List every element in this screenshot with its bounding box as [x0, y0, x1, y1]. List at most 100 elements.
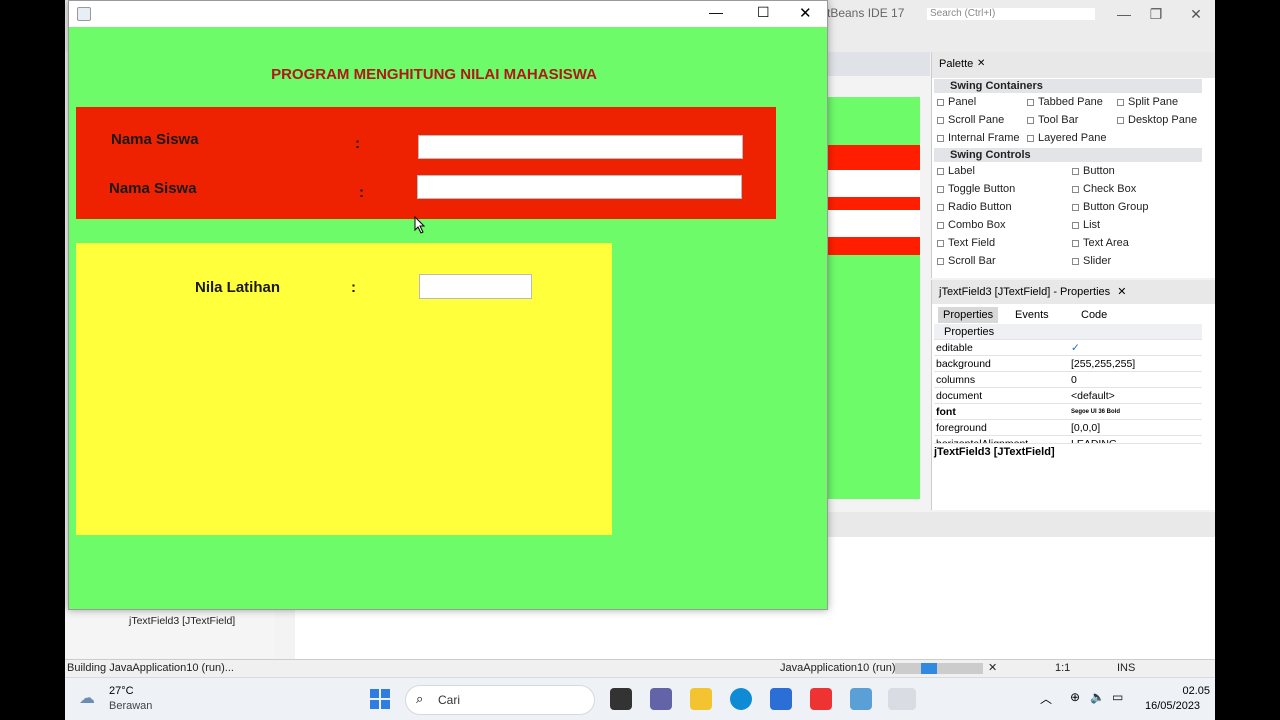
palette-tab-bar: Palette ✕ — [932, 52, 1215, 78]
button-group-icon — [1072, 203, 1079, 211]
name-colon: : — [355, 135, 360, 152]
status-cancel-icon[interactable]: ✕ — [988, 660, 997, 677]
weather-text: Berawan — [109, 700, 153, 712]
design-white-field — [827, 210, 920, 237]
radio-button-icon — [937, 203, 944, 211]
palette-item[interactable]: Tabbed Pane — [1027, 94, 1103, 110]
clock-date[interactable]: 16/05/2023 — [1145, 700, 1200, 712]
layered-pane-icon — [1027, 134, 1034, 142]
status-bar: Building JavaApplication10 (run)... Java… — [65, 659, 1215, 677]
property-row[interactable]: document <default> — [934, 388, 1202, 404]
scroll-bar-icon — [937, 257, 944, 265]
palette-panel: Palette ✕ Swing Containers Panel Tabbed … — [931, 52, 1215, 278]
chevron-up-icon[interactable]: ︿ — [1040, 690, 1052, 707]
palette-item[interactable]: Toggle Button — [937, 181, 1015, 197]
app-titlebar: — ☐ ✕ — [69, 1, 827, 27]
name-input[interactable] — [418, 135, 743, 159]
ide-minimize-button[interactable]: — — [1109, 4, 1139, 24]
tab-properties[interactable]: Properties — [938, 307, 999, 323]
taskbar: ☁ 27°C Berawan ⌕ Cari ︿ ⊕ 🔈 ▭ 02.05 16/0… — [65, 677, 1215, 720]
recorder-icon[interactable] — [810, 688, 832, 710]
name-colon-2: : — [359, 184, 364, 201]
ide-close-button[interactable]: ✕ — [1181, 4, 1211, 24]
store-icon[interactable] — [770, 688, 792, 710]
palette-item[interactable]: Panel — [937, 94, 976, 110]
identity-panel: Nama Siswa : Nama Siswa : — [76, 107, 776, 219]
internal-frame-icon — [937, 134, 944, 142]
palette-item[interactable]: Internal Frame — [937, 130, 1020, 146]
palette-item[interactable]: Scroll Bar — [937, 253, 996, 269]
taskbar-search-text: Cari — [438, 693, 461, 707]
combo-box-icon — [937, 221, 944, 229]
edge-icon[interactable] — [730, 688, 752, 710]
palette-category[interactable]: Swing Containers — [934, 79, 1202, 93]
palette-item[interactable]: Label — [937, 163, 975, 179]
palette-item[interactable]: Radio Button — [937, 199, 1012, 215]
app-heading: PROGRAM MENGHITUNG NILAI MAHASISWA — [271, 66, 597, 83]
ide-search-input[interactable]: Search (Ctrl+I) — [927, 8, 1095, 20]
volume-icon[interactable]: 🔈 — [1090, 690, 1105, 704]
palette-item[interactable]: Split Pane — [1117, 94, 1178, 110]
property-row[interactable]: foreground [0,0,0] — [934, 420, 1202, 436]
property-row[interactable]: font Segoe UI 36 Bold — [934, 404, 1202, 420]
app-close-button[interactable]: ✕ — [799, 4, 812, 22]
palette-tab[interactable]: Palette — [939, 58, 973, 70]
property-row[interactable]: horizontalAlignment LEADING — [934, 436, 1202, 444]
split-pane-icon — [1117, 98, 1124, 106]
ide-maximize-button[interactable]: ❐ — [1141, 4, 1171, 24]
score-panel: Nila Latihan : — [76, 243, 612, 535]
property-row[interactable]: columns 0 — [934, 372, 1202, 388]
java-app-icon[interactable] — [888, 688, 916, 710]
palette-item[interactable]: Button — [1072, 163, 1115, 179]
palette-item[interactable]: Slider — [1072, 253, 1111, 269]
properties-header: jTextField3 [JTextField] - Properties ✕ — [932, 280, 1215, 304]
palette-item[interactable]: Scroll Pane — [937, 112, 1004, 128]
palette-item[interactable]: Button Group — [1072, 199, 1148, 215]
language-icon[interactable]: ⊕ — [1070, 690, 1080, 704]
score-label: Nila Latihan — [195, 279, 281, 296]
clock-time[interactable]: 02.05 — [1170, 685, 1210, 697]
panel-icon — [937, 98, 944, 106]
taskbar-search[interactable]: ⌕ Cari — [405, 685, 595, 715]
app-minimize-button[interactable]: — — [709, 4, 723, 20]
palette-item[interactable]: List — [1072, 217, 1100, 233]
name-input-2[interactable] — [417, 175, 742, 199]
property-row[interactable]: editable ✓ — [934, 340, 1202, 356]
chat-icon[interactable] — [650, 688, 672, 710]
text-area-icon — [1072, 239, 1079, 247]
palette-item[interactable]: Text Area — [1072, 235, 1129, 251]
palette-item[interactable]: Desktop Pane — [1117, 112, 1197, 128]
palette-category[interactable]: Swing Controls — [934, 148, 1202, 162]
editable-checkbox[interactable]: ✓ — [1071, 340, 1080, 356]
navigator-item[interactable]: jTextField3 [JTextField] — [129, 615, 235, 627]
battery-icon[interactable]: ▭ — [1112, 690, 1123, 704]
palette-item[interactable]: Check Box — [1072, 181, 1136, 197]
file-explorer-icon[interactable] — [690, 688, 712, 710]
app-maximize-button[interactable]: ☐ — [757, 4, 770, 21]
task-view-icon[interactable] — [610, 688, 632, 710]
design-red-stripe — [827, 145, 920, 170]
netbeans-icon[interactable] — [850, 688, 872, 710]
weather-temp: 27°C — [109, 685, 134, 697]
properties-title: jTextField3 [JTextField] - Properties — [939, 286, 1111, 298]
desktop-pane-icon — [1117, 116, 1124, 124]
palette-item[interactable]: Combo Box — [937, 217, 1005, 233]
tabbed-pane-icon — [1027, 98, 1034, 106]
design-red-stripe — [827, 197, 920, 210]
property-row[interactable]: background [255,255,255] — [934, 356, 1202, 372]
status-position: 1:1 — [1055, 662, 1071, 674]
palette-item[interactable]: Tool Bar — [1027, 112, 1078, 128]
palette-item[interactable]: Text Field — [937, 235, 995, 251]
status-build-text: Building JavaApplication10 (run)... — [67, 662, 234, 674]
palette-item[interactable]: Layered Pane — [1027, 130, 1107, 146]
label-icon — [937, 167, 944, 175]
score-input[interactable] — [419, 274, 532, 299]
status-progress-fill — [921, 663, 937, 674]
search-icon: ⌕ — [416, 691, 424, 706]
tab-code[interactable]: Code — [1076, 307, 1112, 323]
start-button[interactable] — [370, 689, 390, 709]
ide-title: tBeans IDE 17 — [827, 6, 905, 20]
tab-events[interactable]: Events — [1010, 307, 1054, 323]
palette-close-icon[interactable]: ✕ — [977, 58, 985, 69]
properties-close-icon[interactable]: ✕ — [1117, 286, 1126, 298]
